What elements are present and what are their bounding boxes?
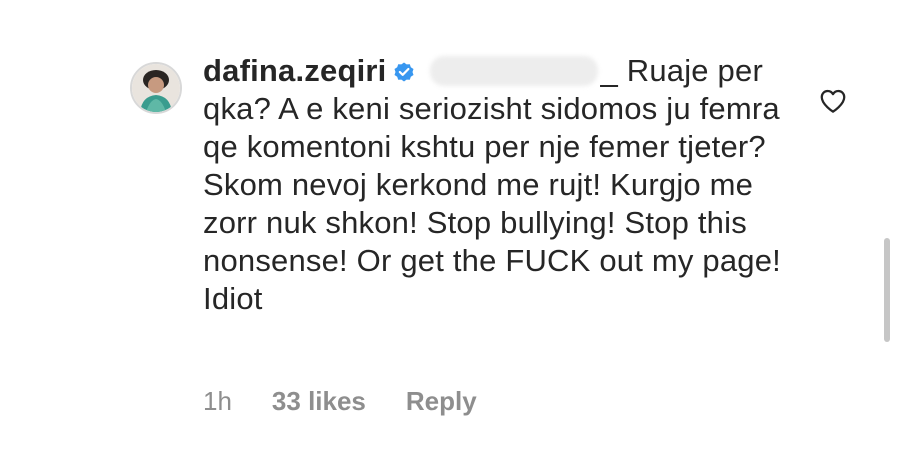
mention-suffix: _ bbox=[600, 53, 618, 88]
verified-badge-icon bbox=[394, 62, 414, 82]
heart-outline-icon[interactable] bbox=[818, 86, 848, 116]
comment-meta: 1h 33 likes Reply bbox=[203, 386, 477, 417]
avatar[interactable] bbox=[130, 62, 182, 114]
comment-item: dafina.zeqiri _ Ruaje per qka? A e keni … bbox=[0, 0, 900, 454]
redacted-mention[interactable] bbox=[430, 56, 599, 86]
username-link[interactable]: dafina.zeqiri bbox=[203, 53, 386, 88]
scrollbar[interactable] bbox=[884, 238, 890, 342]
comment-body: dafina.zeqiri _ Ruaje per qka? A e keni … bbox=[203, 52, 803, 318]
reply-button[interactable]: Reply bbox=[406, 386, 477, 417]
comment-text: Ruaje per qka? A e keni seriozisht sidom… bbox=[203, 53, 781, 316]
comment-time: 1h bbox=[203, 386, 232, 416]
likes-count[interactable]: 33 likes bbox=[272, 386, 366, 417]
